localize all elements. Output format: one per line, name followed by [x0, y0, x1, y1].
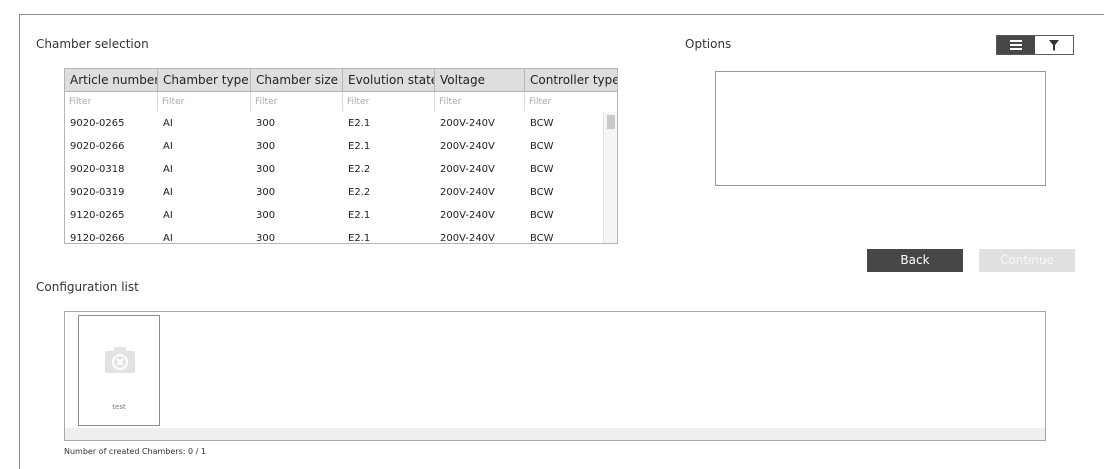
cell-controller-type: BCW [530, 233, 554, 244]
options-title: Options [685, 37, 732, 51]
column-header-controller-type[interactable]: Controller type [525, 69, 617, 92]
cell-evolution-state: E2.2 [348, 164, 371, 175]
cell-voltage: 200V-240V [440, 164, 495, 175]
column-header-chamber-type[interactable]: Chamber type [158, 69, 251, 92]
continue-button[interactable]: Continue [979, 249, 1075, 272]
cell-controller-type: BCW [530, 141, 554, 152]
cell-evolution-state: E2.2 [348, 187, 371, 198]
filter-chamber-size-input[interactable] [251, 92, 343, 111]
filter-voltage-input[interactable] [435, 92, 525, 111]
configuration-list: test [64, 311, 1046, 441]
cell-article-number: 9020-0318 [70, 164, 125, 175]
cell-article-number: 9020-0266 [70, 141, 125, 152]
chamber-table[interactable]: Article number Chamber type Chamber size… [64, 68, 618, 244]
cell-voltage: 200V-240V [440, 187, 495, 198]
cell-article-number: 9120-0265 [70, 210, 125, 221]
filter-row [65, 92, 617, 111]
table-row[interactable]: 9020-0265 AI 300 E2.1 200V-240V BCW [65, 112, 605, 135]
filter-evolution-state-input[interactable] [343, 92, 435, 111]
cell-voltage: 200V-240V [440, 233, 495, 244]
table-scrollbar[interactable] [603, 112, 617, 243]
cell-chamber-type: AI [163, 118, 173, 129]
cell-article-number: 9020-0319 [70, 187, 125, 198]
filter-icon [1049, 39, 1059, 51]
configuration-scrollbar[interactable] [65, 428, 1045, 440]
cell-article-number: 9020-0265 [70, 118, 125, 129]
table-body: 9020-0265 AI 300 E2.1 200V-240V BCW 9020-0266 A… [65, 112, 605, 244]
cell-chamber-type: AI [163, 210, 173, 221]
scrollbar-thumb[interactable] [607, 115, 615, 129]
filter-view-button[interactable] [1035, 36, 1073, 54]
cell-chamber-type: AI [163, 141, 173, 152]
cell-chamber-type: AI [163, 233, 173, 244]
chamber-selection-title: Chamber selection [36, 37, 149, 51]
cell-article-number: 9120-0266 [70, 233, 125, 244]
configuration-card-label: test [112, 403, 126, 411]
cell-chamber-size: 300 [256, 187, 276, 198]
cell-chamber-type: AI [163, 164, 173, 175]
cell-chamber-size: 300 [256, 233, 276, 244]
table-row[interactable]: 9120-0266 AI 300 E2.1 200V-240V BCW [65, 227, 605, 244]
table-row[interactable]: 9020-0318 AI 300 E2.2 200V-240V BCW [65, 158, 605, 181]
cell-chamber-size: 300 [256, 141, 276, 152]
filter-article-number-input[interactable] [65, 92, 158, 111]
cell-controller-type: BCW [530, 118, 554, 129]
list-view-button[interactable] [997, 36, 1035, 54]
cell-chamber-size: 300 [256, 164, 276, 175]
column-header-evolution-state[interactable]: Evolution state [343, 69, 435, 92]
table-row[interactable]: 9020-0266 AI 300 E2.1 200V-240V BCW [65, 135, 605, 158]
table-row[interactable]: 9020-0319 AI 300 E2.2 200V-240V BCW [65, 181, 605, 204]
chamber-count-text: Number of created Chambers: 0 / 1 [64, 447, 206, 456]
cell-evolution-state: E2.1 [348, 210, 371, 221]
options-panel [715, 71, 1046, 186]
camera-off-icon [105, 347, 135, 373]
filter-controller-type-input[interactable] [525, 92, 617, 111]
table-row[interactable]: 9120-0265 AI 300 E2.1 200V-240V BCW [65, 204, 605, 227]
list-icon [1010, 40, 1022, 50]
column-header-voltage[interactable]: Voltage [435, 69, 525, 92]
cell-chamber-size: 300 [256, 210, 276, 221]
configuration-card[interactable]: test [78, 315, 160, 426]
cell-controller-type: BCW [530, 164, 554, 175]
cell-controller-type: BCW [530, 210, 554, 221]
filter-chamber-type-input[interactable] [158, 92, 251, 111]
back-button[interactable]: Back [867, 249, 963, 272]
cell-chamber-type: AI [163, 187, 173, 198]
cell-evolution-state: E2.1 [348, 118, 371, 129]
cell-chamber-size: 300 [256, 118, 276, 129]
cell-evolution-state: E2.1 [348, 141, 371, 152]
column-header-article-number[interactable]: Article number [65, 69, 158, 92]
cell-voltage: 200V-240V [440, 141, 495, 152]
configuration-list-title: Configuration list [36, 280, 139, 294]
table-header: Article number Chamber type Chamber size… [65, 69, 617, 92]
cell-controller-type: BCW [530, 187, 554, 198]
cell-voltage: 200V-240V [440, 118, 495, 129]
cell-voltage: 200V-240V [440, 210, 495, 221]
column-header-chamber-size[interactable]: Chamber size [251, 69, 343, 92]
view-toggle[interactable] [996, 35, 1074, 55]
cell-evolution-state: E2.1 [348, 233, 371, 244]
